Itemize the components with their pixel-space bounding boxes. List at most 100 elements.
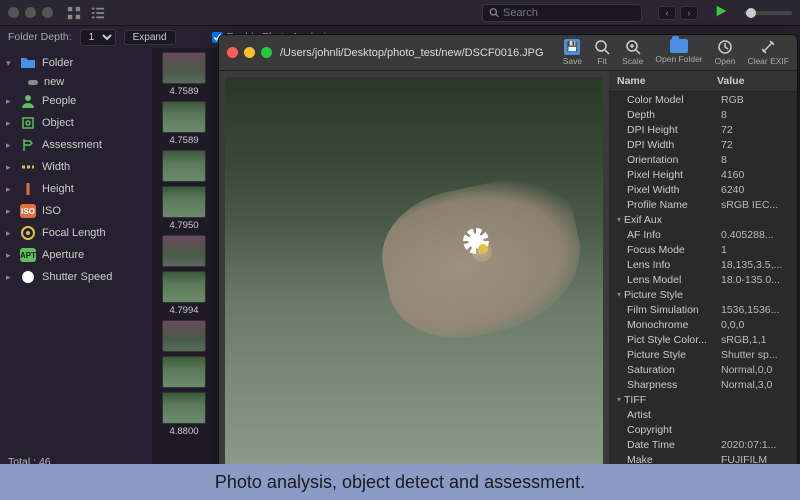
exif-row[interactable]: Color ModelRGB <box>609 92 797 107</box>
exif-group-header[interactable]: ▾Picture Style <box>609 287 797 302</box>
sidebar-item-focal[interactable]: ▸Focal Length <box>0 222 152 244</box>
sidebar-item-iso[interactable]: ▸ISOISO <box>0 200 152 222</box>
thumbnail-item[interactable]: 4.7589 <box>152 101 216 146</box>
exif-value: 2020:07:1... <box>721 439 793 451</box>
close-icon[interactable] <box>227 47 238 58</box>
minimize-icon[interactable] <box>244 47 255 58</box>
exif-name: Sharpness <box>627 379 721 391</box>
disclosure-icon: ▾ <box>6 58 14 69</box>
save-button[interactable]: 💾 Save <box>563 39 582 66</box>
exif-header-value: Value <box>717 75 789 87</box>
search-input[interactable] <box>503 7 635 19</box>
maximize-icon[interactable] <box>261 47 272 58</box>
search-field[interactable] <box>482 4 642 22</box>
thumbnail-item[interactable]: 4.7950 <box>152 186 216 231</box>
nav-forward-button[interactable]: › <box>680 6 698 20</box>
sidebar-item-label: Folder <box>42 57 73 69</box>
zoom-slider[interactable] <box>744 11 792 15</box>
exif-row[interactable]: Focus Mode1 <box>609 242 797 257</box>
exif-row[interactable]: Artist <box>609 407 797 422</box>
chevron-down-icon: ▾ <box>617 215 621 224</box>
close-icon[interactable] <box>8 7 19 18</box>
grid-view-icon[interactable] <box>67 6 81 20</box>
exif-row[interactable]: Pict Style Color...sRGB,1,1 <box>609 332 797 347</box>
exif-value: 0,0,0 <box>721 319 793 331</box>
thumbnail-item[interactable] <box>152 235 216 267</box>
folder-depth-select[interactable]: 1 <box>80 29 116 46</box>
clear-exif-button[interactable]: Clear EXIF <box>747 39 789 66</box>
exif-name: Copyright <box>627 424 721 436</box>
exif-row[interactable]: Copyright <box>609 422 797 437</box>
sidebar-item-shutter[interactable]: ▸Shutter Speed <box>0 266 152 288</box>
thumbnail-item[interactable]: 4.7994 <box>152 271 216 316</box>
open-icon <box>717 39 733 55</box>
exif-row[interactable]: Depth8 <box>609 107 797 122</box>
maximize-icon[interactable] <box>42 7 53 18</box>
fit-button[interactable]: Fit <box>594 39 610 66</box>
sidebar-item-height[interactable]: ▸Height <box>0 178 152 200</box>
exif-row[interactable]: Profile NamesRGB IEC... <box>609 197 797 212</box>
sidebar-item-label: Width <box>42 161 70 173</box>
exif-row[interactable]: Picture StyleShutter sp... <box>609 347 797 362</box>
exif-row[interactable]: Film Simulation1536,1536... <box>609 302 797 317</box>
chevron-down-icon: ▾ <box>617 290 621 299</box>
nav-back-button[interactable]: ‹ <box>658 6 676 20</box>
thumbnail-item[interactable]: 4.8800 <box>152 392 216 437</box>
sidebar-item-aperture[interactable]: ▸APTAperture <box>0 244 152 266</box>
exif-row[interactable]: Orientation8 <box>609 152 797 167</box>
play-button[interactable] <box>714 4 728 21</box>
shutter-icon <box>20 269 36 285</box>
exif-name: Orientation <box>627 154 721 166</box>
open-folder-button[interactable]: Open Folder <box>655 39 702 66</box>
assessment-icon <box>20 137 36 153</box>
exif-row[interactable]: SaturationNormal,0,0 <box>609 362 797 377</box>
exif-row[interactable]: AF Info0.405288... <box>609 227 797 242</box>
thumbnail-item[interactable] <box>152 356 216 388</box>
thumbnail-item[interactable] <box>152 320 216 352</box>
thumbnail-rating: 4.7589 <box>152 135 216 146</box>
thumbnail-rating: 4.8800 <box>152 426 216 437</box>
sidebar-child-item[interactable]: new <box>0 74 152 90</box>
open-button[interactable]: Open <box>715 39 736 66</box>
expand-button[interactable]: Expand <box>124 30 176 45</box>
exif-name: Focus Mode <box>627 244 721 256</box>
exif-name: Saturation <box>627 364 721 376</box>
sidebar-item-assessment[interactable]: ▸ Assessment <box>0 134 152 156</box>
sidebar-item-object[interactable]: ▸Object <box>0 112 152 134</box>
exif-row[interactable]: Pixel Height4160 <box>609 167 797 182</box>
exif-row[interactable]: Lens Info18,135,3.5,... <box>609 257 797 272</box>
minimize-icon[interactable] <box>25 7 36 18</box>
folder-depth-label: Folder Depth: <box>8 31 72 43</box>
exif-row[interactable]: Lens Model18.0-135.0... <box>609 272 797 287</box>
thumbnail-image <box>162 186 206 218</box>
sidebar-item-folder[interactable]: ▾ Folder <box>0 52 152 74</box>
sidebar-item-people[interactable]: ▸People <box>0 90 152 112</box>
exif-value: Normal,3,0 <box>721 379 793 391</box>
thumbnail-item[interactable]: 4.7589 <box>152 52 216 97</box>
folder-icon <box>670 39 688 53</box>
thumbnail-item[interactable] <box>152 150 216 182</box>
focal-icon <box>20 225 36 241</box>
exif-name: Picture Style <box>627 349 721 361</box>
sidebar: ▾ Folder new▸People▸Object ▸ Assessment ▸Widt… <box>0 48 152 474</box>
list-view-icon[interactable] <box>91 6 105 20</box>
image-preview[interactable] <box>219 71 609 471</box>
exif-row[interactable]: Monochrome0,0,0 <box>609 317 797 332</box>
folder-icon <box>20 55 36 71</box>
scale-button[interactable]: Scale <box>622 39 643 66</box>
exif-row[interactable]: DPI Height72 <box>609 122 797 137</box>
iso-icon: ISO <box>20 203 36 219</box>
exif-row[interactable]: SharpnessNormal,3,0 <box>609 377 797 392</box>
thumbnail-image <box>162 271 206 303</box>
sidebar-item-width[interactable]: ▸Width <box>0 156 152 178</box>
exif-group-header[interactable]: ▾Exif Aux <box>609 212 797 227</box>
exif-row[interactable]: DPI Width72 <box>609 137 797 152</box>
exif-row[interactable]: Pixel Width6240 <box>609 182 797 197</box>
disclosure-icon: ▸ <box>6 140 14 151</box>
exif-value: Normal,0,0 <box>721 364 793 376</box>
exif-group-header[interactable]: ▾TIFF <box>609 392 797 407</box>
exif-row[interactable]: Date Time2020:07:1... <box>609 437 797 452</box>
sidebar-item-label: Assessment <box>42 139 102 151</box>
people-icon <box>20 93 36 109</box>
thumbnail-image <box>162 235 206 267</box>
